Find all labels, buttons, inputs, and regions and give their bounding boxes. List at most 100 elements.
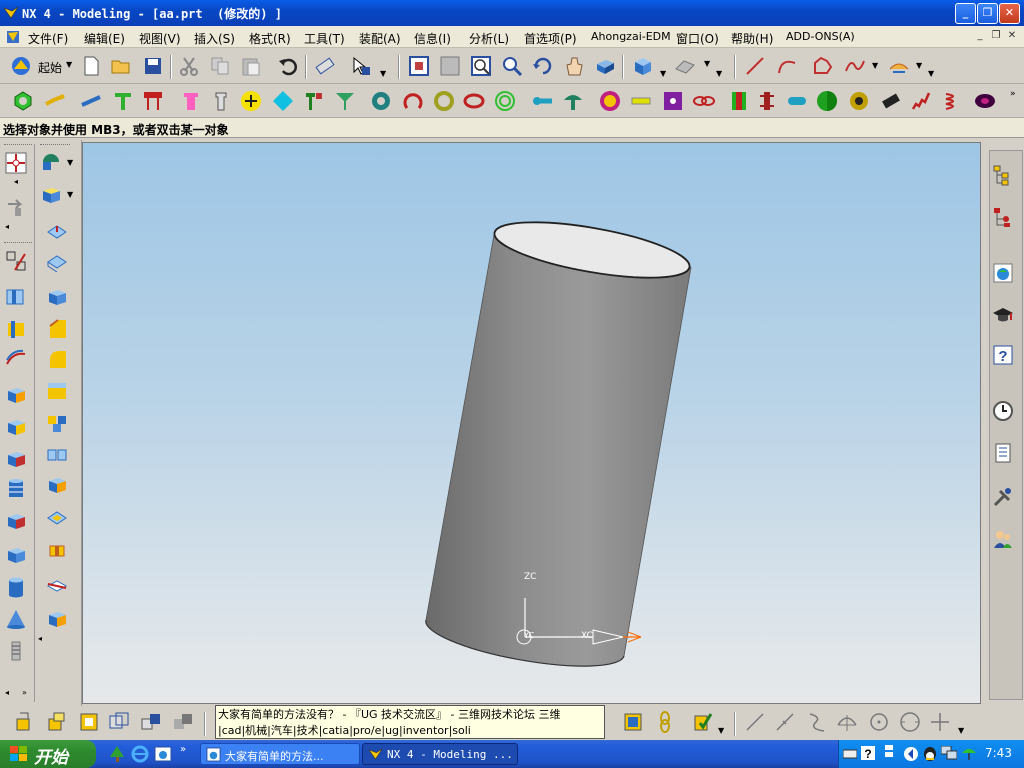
mushroom-icon[interactable]: [562, 90, 584, 112]
mdi-minimize-button[interactable]: _: [973, 31, 987, 43]
new-file-icon[interactable]: [80, 55, 102, 77]
menu-file[interactable]: 文件(F): [28, 30, 68, 47]
chain-icon[interactable]: [654, 711, 676, 733]
mdi-close-button[interactable]: ✕: [1005, 31, 1019, 43]
cut-icon[interactable]: [178, 55, 200, 77]
cube-yellow-icon[interactable]: [40, 184, 62, 206]
help-icon[interactable]: ?: [992, 344, 1014, 366]
ring-nut-icon[interactable]: [848, 90, 870, 112]
selection-dropdown-icon[interactable]: ▼: [380, 69, 386, 78]
orient-dropdown-icon[interactable]: ▼: [704, 59, 710, 68]
curve-dropdown-icon[interactable]: ▼: [872, 61, 878, 70]
clock[interactable]: 7:43: [985, 746, 1012, 760]
start-icon[interactable]: [10, 55, 32, 77]
cube-dropdown-icon[interactable]: ▼: [67, 190, 73, 199]
component-array-icon[interactable]: [108, 711, 130, 733]
open-folder-icon[interactable]: [110, 55, 132, 77]
pin-icon[interactable]: [80, 90, 102, 112]
help-tray-icon[interactable]: ?: [861, 746, 875, 760]
quicklaunch-browser-icon[interactable]: [154, 745, 172, 763]
umbrella-icon[interactable]: [961, 745, 977, 761]
left-toolbar-more-icon[interactable]: »: [22, 688, 27, 697]
menu-ahongzai-edm[interactable]: Ahongzai-EDM: [591, 30, 671, 43]
back-arrow-icon[interactable]: [903, 746, 919, 762]
graphics-viewport[interactable]: ZC YC XC: [82, 142, 981, 704]
chamfer-icon[interactable]: [46, 318, 68, 340]
mdi-restore-button[interactable]: ❐: [989, 31, 1003, 43]
selection-filter-icon[interactable]: [350, 55, 372, 77]
pattern-icon[interactable]: [46, 412, 68, 434]
start-button-label[interactable]: 起始: [38, 59, 62, 76]
bolt-icon[interactable]: [44, 90, 66, 112]
zoom-icon[interactable]: [501, 55, 523, 77]
key-icon[interactable]: [303, 90, 325, 112]
nx-app-icon[interactable]: [3, 5, 19, 21]
mirror-icon[interactable]: [46, 444, 68, 466]
curve-tools-dropdown-icon[interactable]: ▼: [958, 726, 964, 735]
zoom-region-icon[interactable]: [439, 55, 461, 77]
left-toolbar-arrow-icon[interactable]: ◂: [5, 222, 9, 231]
gear-icon[interactable]: [370, 90, 392, 112]
cylinder-stack-icon[interactable]: [5, 478, 27, 500]
assembly-navigator-icon[interactable]: [992, 164, 1014, 186]
split-body-icon[interactable]: [46, 608, 68, 630]
mate-component-icon[interactable]: [140, 711, 162, 733]
coil-spring-icon[interactable]: [942, 90, 964, 112]
menu-information[interactable]: 信息(I): [414, 30, 451, 47]
disc-gear-icon[interactable]: [974, 90, 996, 112]
flange-icon[interactable]: [662, 90, 684, 112]
transform-icon[interactable]: [314, 55, 336, 77]
process-studio-icon[interactable]: [992, 486, 1014, 508]
circle-tool-icon[interactable]: [899, 711, 921, 733]
sketch-grid-icon[interactable]: [5, 250, 27, 272]
block2-icon[interactable]: [5, 416, 27, 438]
solid-block-icon[interactable]: [46, 474, 68, 496]
sprocket-icon[interactable]: [599, 90, 621, 112]
close-button[interactable]: ✕: [999, 3, 1020, 24]
rivet-icon[interactable]: [334, 90, 356, 112]
rotate-icon[interactable]: [532, 55, 554, 77]
sweep-icon[interactable]: [5, 348, 27, 370]
web-browser-icon[interactable]: [992, 262, 1014, 284]
feature-shape-icon[interactable]: [40, 152, 62, 174]
maximize-button[interactable]: ❐: [977, 3, 998, 24]
part-navigator-icon[interactable]: [992, 206, 1014, 228]
start-button[interactable]: 开始: [0, 740, 96, 768]
undo-icon[interactable]: [277, 55, 299, 77]
hex-nut-icon[interactable]: [12, 90, 34, 112]
line-tool-icon[interactable]: [744, 711, 766, 733]
stud-icon[interactable]: [142, 90, 164, 112]
assembly-arrow-icon[interactable]: [5, 196, 27, 218]
left-toolbar-arrow-icon[interactable]: ◂: [38, 634, 42, 643]
point-tool-icon[interactable]: [929, 711, 951, 733]
qq-penguin-icon[interactable]: [921, 744, 939, 762]
revolve-icon[interactable]: [5, 318, 27, 340]
quicklaunch-ie-icon[interactable]: [131, 745, 149, 763]
menu-analysis[interactable]: 分析(L): [469, 30, 509, 47]
bracket-icon[interactable]: [728, 90, 750, 112]
snap-ring-icon[interactable]: [402, 90, 424, 112]
sphere-icon[interactable]: [816, 90, 838, 112]
coupling-icon[interactable]: [756, 90, 778, 112]
cube-icon[interactable]: [5, 544, 27, 566]
pan-icon[interactable]: [563, 55, 585, 77]
arc-icon[interactable]: [776, 55, 798, 77]
shell-icon[interactable]: [46, 250, 68, 272]
model-canvas[interactable]: [83, 143, 981, 704]
snap-point-icon[interactable]: [5, 152, 27, 174]
line-icon[interactable]: [744, 55, 766, 77]
chip-icon[interactable]: [880, 90, 902, 112]
menu-window[interactable]: 窗口(O): [676, 30, 719, 47]
o-ring-icon[interactable]: [433, 90, 455, 112]
offset-face-icon[interactable]: [46, 506, 68, 528]
wave-link-icon[interactable]: [622, 711, 644, 733]
shaded-view-icon[interactable]: [594, 55, 616, 77]
hole-icon[interactable]: [46, 286, 68, 308]
spring-clip-icon[interactable]: [463, 90, 485, 112]
sketch-icon[interactable]: [812, 55, 834, 77]
chain-link-icon[interactable]: [693, 90, 715, 112]
circle-center-icon[interactable]: [868, 711, 890, 733]
surface-icon[interactable]: [888, 55, 910, 77]
thread-icon[interactable]: [5, 640, 27, 662]
history-clock-icon[interactable]: [992, 400, 1014, 422]
